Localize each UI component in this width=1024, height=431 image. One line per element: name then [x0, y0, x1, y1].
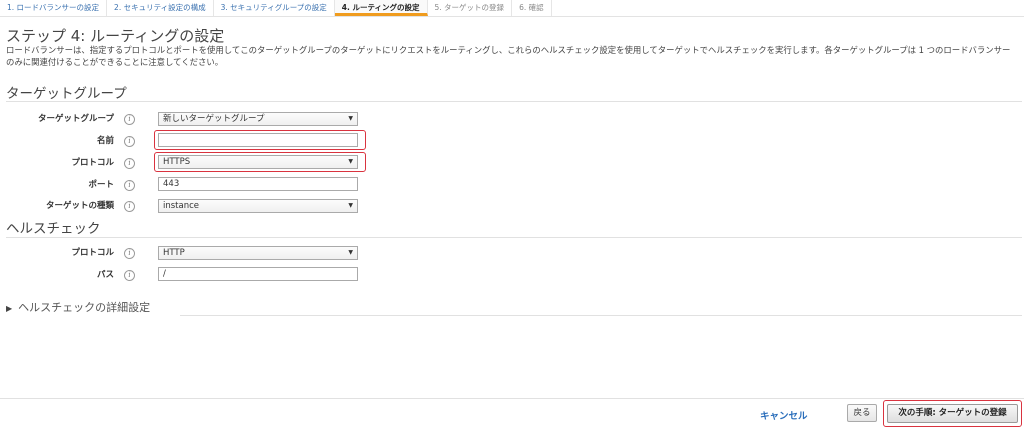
- chevron-down-icon: ▼: [348, 158, 353, 165]
- wizard-steps: 1. ロードバランサーの設定 2. セキュリティ設定の構成 3. セキュリティグ…: [0, 0, 1024, 17]
- name-label: 名前: [96, 136, 114, 146]
- target-type-select[interactable]: instance ▼: [158, 199, 358, 213]
- target-group-label: ターゲットグループ: [38, 114, 114, 124]
- cancel-link[interactable]: キャンセル: [760, 408, 808, 422]
- divider: [6, 101, 1022, 102]
- step-6-review[interactable]: 6. 確認: [512, 0, 552, 16]
- step-4-routing[interactable]: 4. ルーティングの設定: [334, 0, 428, 16]
- page-description: ロードバランサーは、指定するプロトコルとポートを使用してこのターゲットグループの…: [6, 45, 1011, 67]
- port-input[interactable]: 443: [158, 177, 358, 191]
- info-icon[interactable]: i: [124, 136, 135, 147]
- advanced-health-check-label: ヘルスチェックの詳細設定: [18, 301, 151, 314]
- info-icon[interactable]: i: [124, 201, 135, 212]
- info-icon[interactable]: i: [124, 114, 135, 125]
- hc-protocol-label: プロトコル: [71, 248, 114, 258]
- port-label-row: ポート: [0, 177, 114, 193]
- hc-path-label: パス: [96, 270, 114, 280]
- footer-divider: [0, 398, 1024, 399]
- port-label: ポート: [88, 180, 114, 190]
- target-group-select[interactable]: 新しいターゲットグループ ▼: [158, 112, 358, 126]
- info-icon[interactable]: i: [124, 180, 135, 191]
- step-1-load-balancer[interactable]: 1. ロードバランサーの設定: [0, 0, 108, 16]
- info-icon[interactable]: i: [124, 248, 135, 259]
- target-group-label-row: ターゲットグループ: [0, 111, 114, 127]
- name-input[interactable]: [158, 133, 358, 147]
- target-type-label: ターゲットの種類: [45, 201, 114, 211]
- page-title: ステップ 4: ルーティングの設定: [6, 27, 225, 45]
- target-group-heading: ターゲットグループ: [6, 86, 127, 102]
- protocol-label-row: プロトコル: [0, 155, 114, 171]
- target-type-label-row: ターゲットの種類: [0, 198, 114, 214]
- chevron-down-icon: ▼: [348, 202, 353, 209]
- protocol-label: プロトコル: [71, 158, 114, 168]
- hc-path-input[interactable]: /: [158, 267, 358, 281]
- back-button[interactable]: 戻る: [847, 404, 877, 422]
- health-check-heading: ヘルスチェック: [6, 221, 101, 237]
- step-3-security-groups[interactable]: 3. セキュリティグループの設定: [214, 0, 335, 16]
- hc-protocol-select[interactable]: HTTP ▼: [158, 246, 358, 260]
- chevron-down-icon: ▼: [348, 249, 353, 256]
- advanced-health-check-toggle[interactable]: ▶ ヘルスチェックの詳細設定: [6, 299, 150, 315]
- hc-path-label-row: パス: [0, 267, 114, 283]
- name-label-row: 名前: [0, 133, 114, 149]
- caret-right-icon: ▶: [6, 304, 13, 313]
- info-icon[interactable]: i: [124, 158, 135, 169]
- protocol-select[interactable]: HTTPS ▼: [158, 155, 358, 169]
- hc-protocol-label-row: プロトコル: [0, 245, 114, 261]
- divider: [180, 315, 1022, 316]
- divider: [6, 237, 1022, 238]
- step-2-security-settings[interactable]: 2. セキュリティ設定の構成: [107, 0, 214, 16]
- step-5-register-targets[interactable]: 5. ターゲットの登録: [428, 0, 513, 16]
- info-icon[interactable]: i: [124, 270, 135, 281]
- chevron-down-icon: ▼: [348, 115, 353, 122]
- next-register-targets-button[interactable]: 次の手順: ターゲットの登録: [887, 404, 1018, 423]
